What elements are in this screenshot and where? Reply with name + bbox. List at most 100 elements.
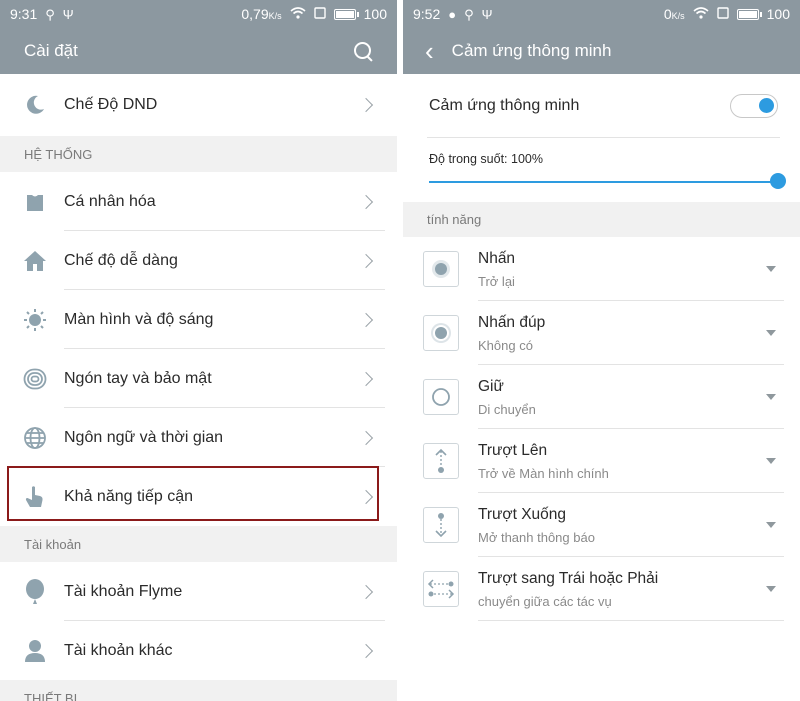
feature-item-double-tap[interactable]: Nhấn đúp Không có bbox=[403, 301, 800, 365]
section-header-account: Tài khoản bbox=[0, 526, 397, 562]
toggle-knob bbox=[759, 98, 774, 113]
messenger-icon: ● bbox=[448, 6, 457, 22]
chevron-right-icon bbox=[358, 253, 374, 268]
dropdown-caret-icon bbox=[766, 458, 776, 464]
clock: 9:31 bbox=[10, 6, 38, 22]
smart-touch-toggle[interactable] bbox=[730, 94, 778, 118]
settings-item-label: Tài khoản khác bbox=[64, 641, 173, 659]
hold-icon bbox=[423, 379, 459, 415]
feature-title: Giữ bbox=[478, 377, 504, 395]
feature-item-swipe-horizontal[interactable]: Trượt sang Trái hoặc Phải chuyển giữa cá… bbox=[403, 557, 800, 621]
home-icon bbox=[22, 248, 48, 274]
battery-percent: 100 bbox=[766, 6, 790, 22]
brightness-icon bbox=[22, 307, 48, 333]
opacity-label: Độ trong suốt: 100% bbox=[429, 152, 543, 166]
settings-item-easy-mode[interactable]: Chế độ dễ dàng bbox=[0, 231, 397, 290]
status-bar: 9:31 ⚲ Ψ 0,79K/s 100 bbox=[0, 0, 397, 28]
feature-title: Trượt Lên bbox=[478, 441, 548, 459]
battery-icon bbox=[736, 8, 762, 20]
dropdown-caret-icon bbox=[766, 586, 776, 592]
dropdown-caret-icon bbox=[766, 330, 776, 336]
chevron-right-icon bbox=[358, 97, 374, 113]
swipe-up-icon bbox=[423, 443, 459, 479]
settings-item-dnd[interactable]: Chế Độ DND bbox=[0, 74, 397, 136]
toggle-label: Cảm ứng thông minh bbox=[429, 97, 580, 114]
page-title: Cài đặt bbox=[24, 41, 78, 60]
feature-title: Nhấn đúp bbox=[478, 313, 546, 331]
smart-touch-toggle-row: Cảm ứng thông minh bbox=[403, 74, 800, 138]
dropdown-caret-icon bbox=[766, 266, 776, 272]
usb-icon: Ψ bbox=[62, 6, 74, 22]
feature-item-tap[interactable]: Nhấn Trở lại bbox=[403, 237, 800, 301]
feature-item-hold[interactable]: Giữ Di chuyển bbox=[403, 365, 800, 429]
dropdown-caret-icon bbox=[766, 394, 776, 400]
share-icon: ⚲ bbox=[45, 6, 55, 22]
settings-list: Chế Độ DND HỆ THỐNG Cá nhân hóa Chế độ d… bbox=[0, 74, 397, 701]
title-bar: ‹ Cảm ứng thông minh bbox=[403, 28, 800, 74]
smart-touch-screen: 9:52 ● ⚲ Ψ 0K/s 100 ‹ Cảm ứng thông minh… bbox=[403, 0, 800, 701]
settings-item-label: Chế Độ DND bbox=[64, 96, 158, 113]
usb-icon: Ψ bbox=[481, 6, 493, 22]
chevron-right-icon bbox=[358, 371, 374, 386]
settings-item-other-accounts[interactable]: Tài khoản khác bbox=[0, 621, 397, 680]
clock: 9:52 bbox=[413, 6, 441, 22]
settings-item-label: Ngôn ngữ và thời gian bbox=[64, 428, 224, 446]
fingerprint-icon bbox=[22, 366, 48, 392]
status-bar: 9:52 ● ⚲ Ψ 0K/s 100 bbox=[403, 0, 800, 28]
settings-item-personalize[interactable]: Cá nhân hóa bbox=[0, 172, 397, 231]
dropdown-caret-icon bbox=[766, 522, 776, 528]
feature-subtitle: Trở về Màn hình chính bbox=[478, 465, 609, 481]
wifi-icon bbox=[290, 7, 306, 21]
feature-subtitle: Trở lại bbox=[478, 273, 515, 289]
tap-icon bbox=[423, 251, 459, 287]
settings-item-label: Màn hình và độ sáng bbox=[64, 310, 214, 328]
settings-item-label: Tài khoản Flyme bbox=[64, 582, 183, 600]
settings-item-label: Cá nhân hóa bbox=[64, 192, 156, 210]
share-icon: ⚲ bbox=[464, 6, 474, 22]
globe-icon bbox=[22, 425, 48, 451]
personalize-icon bbox=[22, 189, 48, 215]
section-header-device: THIẾT BỊ bbox=[0, 680, 397, 701]
opacity-slider-row: Độ trong suốt: 100% bbox=[403, 138, 800, 202]
section-header-system: HỆ THỐNG bbox=[0, 136, 397, 172]
settings-screen: 9:31 ⚲ Ψ 0,79K/s 100 Cài đặt Chế Độ DND bbox=[0, 0, 397, 701]
double-tap-icon bbox=[423, 315, 459, 351]
feature-item-swipe-down[interactable]: Trượt Xuống Mở thanh thông báo bbox=[403, 493, 800, 557]
page-title: Cảm ứng thông minh bbox=[451, 41, 612, 60]
data-rate: 0,79K/s bbox=[241, 6, 282, 22]
flyme-balloon-icon bbox=[22, 578, 48, 605]
search-icon[interactable] bbox=[353, 41, 373, 61]
chevron-right-icon bbox=[358, 430, 374, 445]
settings-item-language[interactable]: Ngôn ngữ và thời gian bbox=[0, 408, 397, 467]
wifi-icon bbox=[693, 7, 709, 21]
opacity-slider-track[interactable] bbox=[429, 181, 778, 183]
chevron-right-icon bbox=[358, 584, 374, 599]
section-header-features: tính năng bbox=[403, 202, 800, 237]
swipe-down-icon bbox=[423, 507, 459, 543]
chevron-right-icon bbox=[358, 643, 374, 658]
chevron-right-icon bbox=[358, 194, 374, 209]
feature-subtitle: Mở thanh thông báo bbox=[478, 529, 595, 545]
feature-subtitle: Không có bbox=[478, 337, 533, 353]
settings-item-fingerprint[interactable]: Ngón tay và bảo mật bbox=[0, 349, 397, 408]
settings-item-display[interactable]: Màn hình và độ sáng bbox=[0, 290, 397, 349]
sim-icon bbox=[716, 7, 729, 21]
opacity-slider-thumb[interactable] bbox=[770, 173, 786, 189]
settings-item-flyme-account[interactable]: Tài khoản Flyme bbox=[0, 562, 397, 621]
battery-percent: 100 bbox=[363, 6, 387, 22]
moon-icon bbox=[22, 92, 48, 118]
swipe-horizontal-icon bbox=[423, 571, 459, 607]
battery-icon bbox=[333, 8, 359, 20]
feature-subtitle: chuyển giữa các tác vụ bbox=[478, 593, 612, 609]
chevron-right-icon bbox=[358, 312, 374, 327]
smart-touch-list: Cảm ứng thông minh Độ trong suốt: 100% t… bbox=[403, 74, 800, 621]
feature-title: Trượt Xuống bbox=[478, 505, 567, 523]
back-arrow-icon[interactable]: ‹ bbox=[425, 38, 434, 64]
feature-title: Nhấn bbox=[478, 249, 516, 267]
feature-item-swipe-up[interactable]: Trượt Lên Trở về Màn hình chính bbox=[403, 429, 800, 493]
highlight-box bbox=[7, 466, 379, 521]
feature-subtitle: Di chuyển bbox=[478, 401, 536, 417]
feature-title: Trượt sang Trái hoặc Phải bbox=[478, 569, 659, 587]
title-bar: Cài đặt bbox=[0, 28, 397, 74]
sim-icon bbox=[313, 7, 326, 21]
